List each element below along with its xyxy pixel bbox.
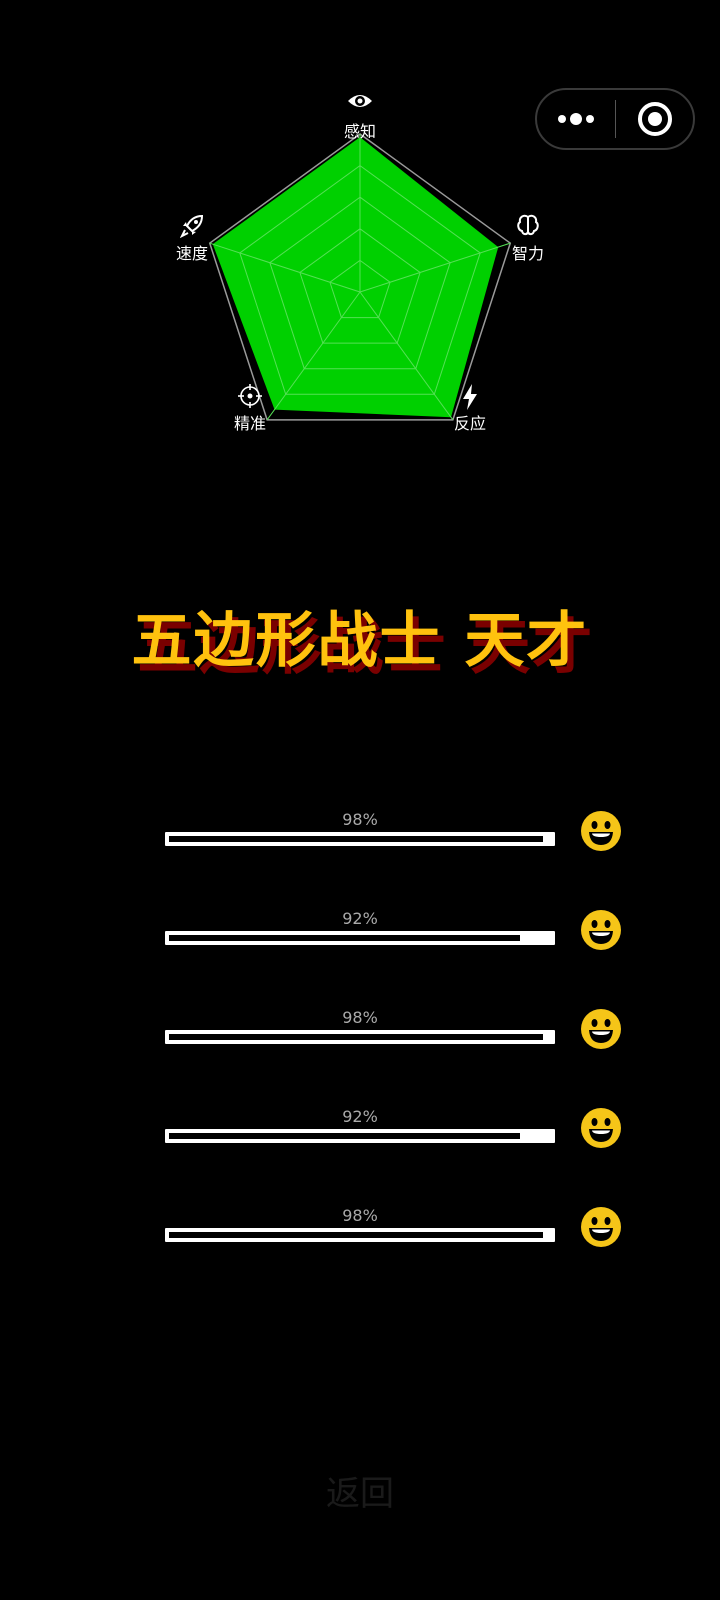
lightning-icon [454,384,486,410]
crosshair-icon [234,384,266,410]
radar-axis-text: 智力 [511,244,545,263]
eye-icon [344,92,376,118]
score-progress-fill [169,1232,543,1238]
radar-axis-label: 反应 [454,384,486,434]
app-root: 感知智力反应 精准 速度 五边形战士 天才 98% 92% 98% 92% 98% 返回 [0,0,720,1600]
smiley-face-icon [580,909,622,951]
radar-axis-text: 精准 [233,414,267,433]
radar-axis-label: 智力 [512,214,544,264]
radar-axis-text: 反应 [453,414,487,433]
score-percent: 92% [342,1107,378,1126]
smiley-face-icon [580,1008,622,1050]
smiley-face-icon [580,1107,622,1149]
score-progress-bar [165,1228,555,1242]
radar-axis-text: 速度 [175,244,209,263]
rocket-icon [176,214,208,240]
score-percent: 98% [342,1206,378,1225]
radar-axis-text: 感知 [343,122,377,141]
smiley-face-icon [580,810,622,852]
score-percent: 98% [342,810,378,829]
score-progress-fill [169,836,543,842]
score-progress-fill [169,1034,543,1040]
score-progress-fill [169,935,520,941]
score-row: 92% [0,909,720,969]
score-row: 98% [0,1206,720,1266]
score-row: 98% [0,1008,720,1068]
back-button[interactable]: 返回 [0,1466,720,1515]
score-progress-bar [165,931,555,945]
score-percent: 92% [342,909,378,928]
radar-axis-label: 感知 [344,92,376,142]
score-row: 98% [0,810,720,870]
radar-chart [208,133,512,421]
result-title: 五边形战士 天才 [131,606,589,676]
radar-data-area [212,137,499,418]
radar-axis-label: 速度 [176,214,208,264]
score-progress-bar [165,1030,555,1044]
brain-icon [512,214,544,240]
smiley-face-icon [580,1206,622,1248]
radar-axis-label: 精准 [234,384,266,434]
score-row: 92% [0,1107,720,1167]
score-progress-bar [165,1129,555,1143]
score-percent: 98% [342,1008,378,1027]
score-progress-fill [169,1133,520,1139]
score-progress-bar [165,832,555,846]
